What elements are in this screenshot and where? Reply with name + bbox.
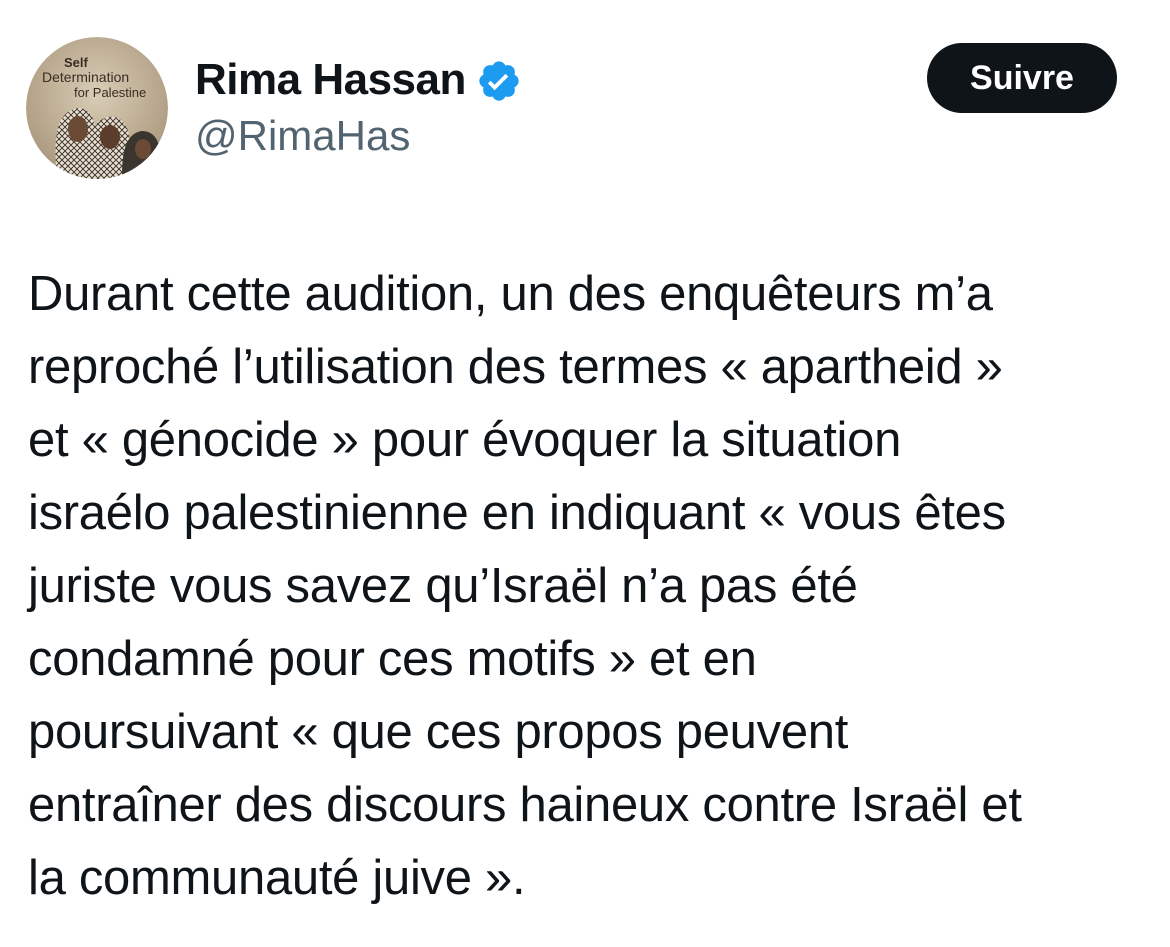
tweet-card: Self Determination for Palestine Rima Ha… — [0, 0, 1170, 947]
tweet-text-line: israélo palestinienne en indiquant « vou… — [28, 486, 1006, 540]
verified-badge-icon — [476, 58, 522, 104]
tweet-text-line: reproché l’utilisation des termes « apar… — [28, 340, 1003, 394]
tweet-text-line: et « génocide » pour évoquer la situatio… — [28, 413, 902, 467]
display-name[interactable]: Rima Hassan — [195, 55, 466, 105]
tweet-text-line: la communauté juive ». — [28, 851, 526, 905]
author-name-row: Rima Hassan — [195, 52, 522, 108]
avatar-text-line-1: Self — [64, 55, 89, 70]
tweet-text-line: poursuivant « que ces propos peuvent — [28, 705, 849, 759]
avatar-text-line-3: for Palestine — [74, 85, 146, 100]
avatar-text-line-2: Determination — [42, 69, 129, 85]
tweet-text-line: Durant cette audition, un des enquêteurs… — [28, 267, 993, 321]
tweet-text: Durant cette audition, un des enquêteurs… — [28, 258, 1158, 915]
avatar[interactable]: Self Determination for Palestine — [26, 37, 168, 179]
avatar-badge-image: Self Determination for Palestine — [26, 37, 168, 179]
tweet-text-line: condamné pour ces motifs » et en — [28, 632, 757, 686]
follow-button[interactable]: Suivre — [927, 43, 1117, 113]
tweet-text-line: entraîner des discours haineux contre Is… — [28, 778, 1022, 832]
tweet-text-line: juriste vous savez qu’Israël n’a pas été — [28, 559, 858, 613]
author-handle[interactable]: @RimaHas — [195, 112, 410, 160]
